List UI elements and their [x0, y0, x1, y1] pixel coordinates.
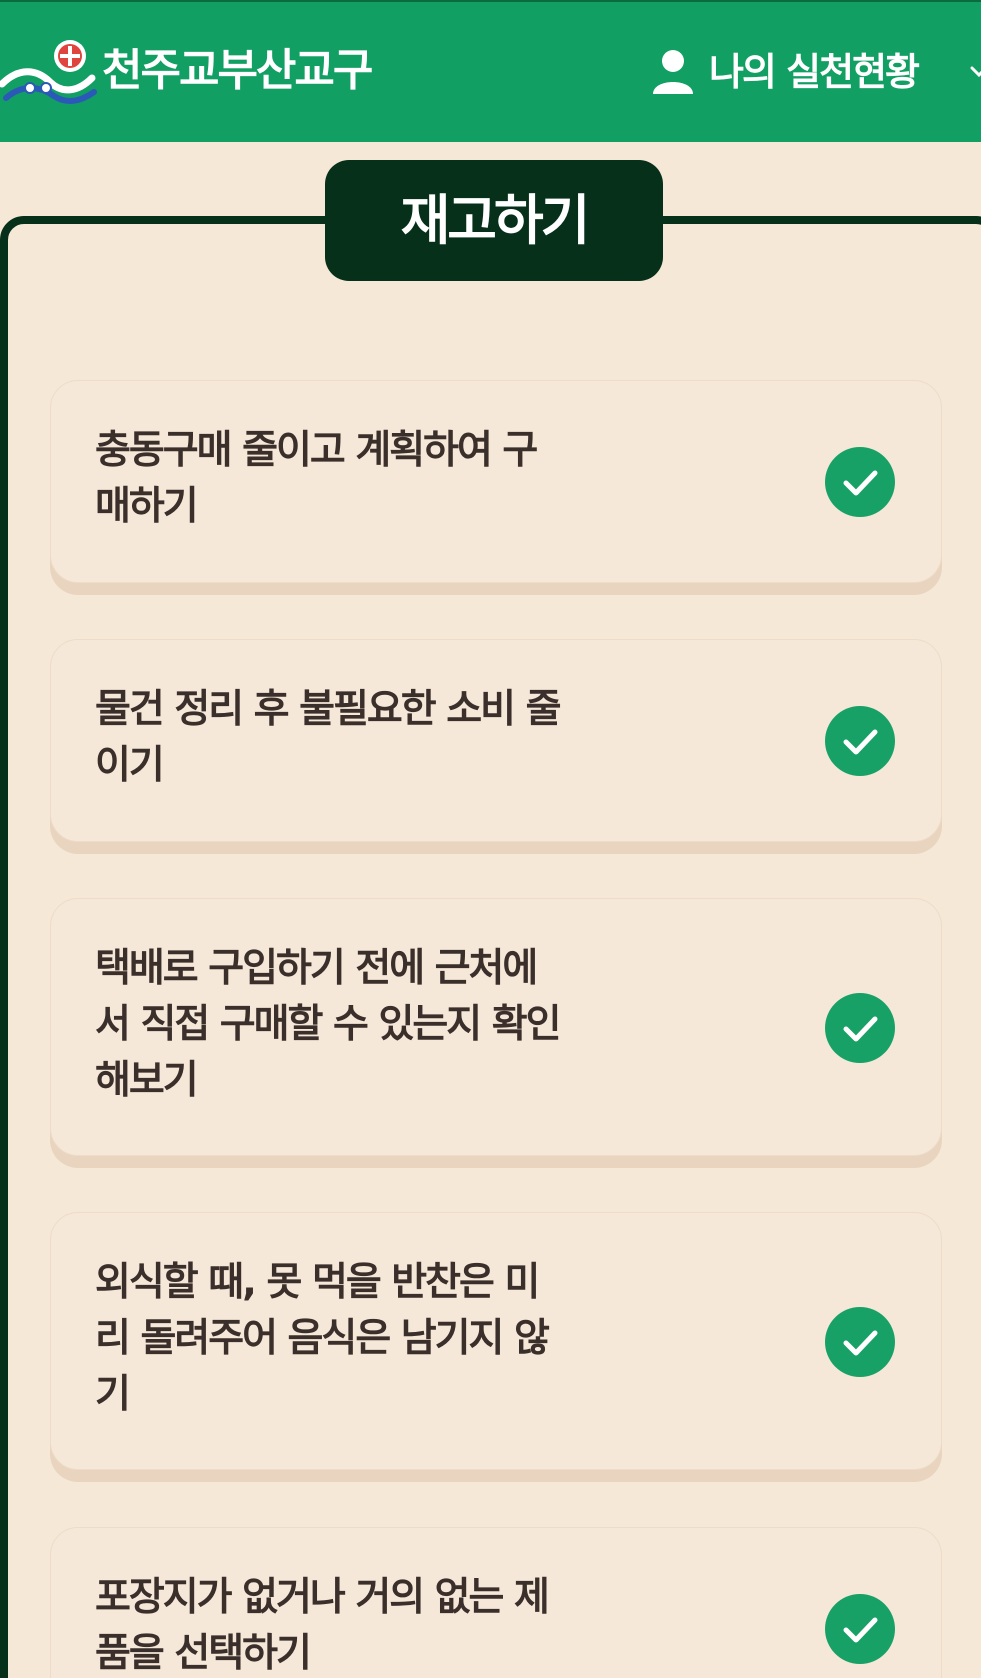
checklist-item-label: 포장지가 없거나 거의 없는 제품을 선택하기 — [95, 1575, 550, 1676]
chevron-down-icon — [970, 66, 981, 78]
my-progress-label: 나의 실천현황 — [709, 50, 920, 94]
checklist-item-label: 충동구매 줄이고 계획하여 구매하기 — [95, 428, 538, 529]
checklist-card[interactable]: 택배로 구입하기 전에 근처에서 직접 구매할 수 있는지 확인해보기 — [50, 898, 942, 1156]
checklist-card[interactable]: 외식할 때, 못 먹을 반찬은 미리 돌려주어 음식은 남기지 않기 — [50, 1212, 942, 1470]
check-icon[interactable] — [825, 706, 895, 776]
checklist-item-label: 외식할 때, 못 먹을 반찬은 미리 돌려주어 음식은 남기지 않기 — [95, 1260, 550, 1417]
user-icon — [653, 50, 693, 94]
check-icon[interactable] — [825, 447, 895, 517]
section-title: 재고하기 — [400, 188, 591, 252]
checklist-item-label: 물건 정리 후 불필요한 소비 줄이기 — [95, 687, 561, 788]
app-header: 천주교부산교구 나의 실천현황 — [0, 0, 981, 142]
check-icon[interactable] — [825, 1594, 895, 1664]
diocese-logo[interactable] — [0, 38, 100, 110]
checklist-card[interactable]: 포장지가 없거나 거의 없는 제품을 선택하기 — [50, 1527, 942, 1678]
checklist-item-label: 택배로 구입하기 전에 근처에서 직접 구매할 수 있는지 확인해보기 — [95, 946, 561, 1103]
check-icon[interactable] — [825, 1307, 895, 1377]
page: 천주교부산교구 나의 실천현황 재고하기 충동구매 줄이고 계획하여 구매하기 … — [0, 0, 981, 1678]
checklist-card[interactable]: 물건 정리 후 불필요한 소비 줄이기 — [50, 639, 942, 842]
check-icon[interactable] — [825, 993, 895, 1063]
my-progress-menu[interactable]: 나의 실천현황 — [651, 42, 981, 102]
brand-name[interactable]: 천주교부산교구 — [102, 42, 373, 100]
checklist-card[interactable]: 충동구매 줄이고 계획하여 구매하기 — [50, 380, 942, 583]
section-header: 재고하기 — [325, 160, 663, 281]
